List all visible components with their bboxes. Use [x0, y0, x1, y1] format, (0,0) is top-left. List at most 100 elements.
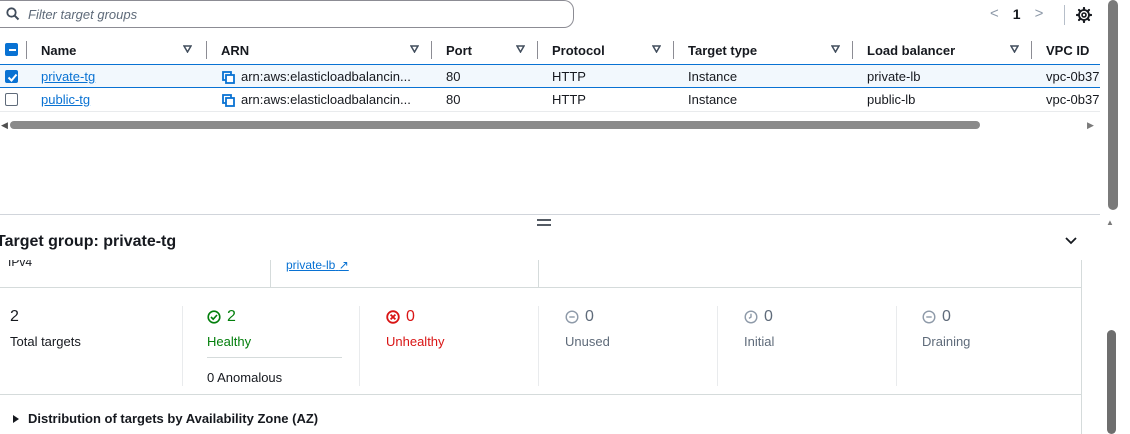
- external-link-icon: ↗: [338, 260, 349, 272]
- anomalous-divider: [207, 357, 342, 358]
- ip-address-type-value: IPv4: [8, 260, 33, 269]
- initial-count: 0: [764, 308, 773, 325]
- target-groups-table: Name ARN Port Protocol Target type Load …: [0, 38, 1100, 112]
- column-header-vpc-id[interactable]: VPC ID: [1046, 43, 1089, 58]
- column-divider: [270, 260, 271, 287]
- resize-handle-icon[interactable]: [537, 219, 551, 229]
- page-scrollbar-thumb[interactable]: [1108, 0, 1118, 210]
- az-distribution-label: Distribution of targets by Availability …: [28, 411, 319, 426]
- copy-icon[interactable]: [222, 71, 235, 84]
- vertical-scrollbar-thumb[interactable]: [1107, 330, 1116, 434]
- sort-down-icon[interactable]: [183, 45, 192, 53]
- vpc-id-value: vpc-0b37: [1046, 69, 1100, 84]
- column-header-port[interactable]: Port: [446, 43, 472, 58]
- minus-circle-icon: [922, 310, 936, 324]
- column-header-name[interactable]: Name: [41, 43, 76, 58]
- draining-count: 0: [942, 308, 951, 325]
- filter-bar: [0, 0, 574, 28]
- detail-panel-title: Target group: private-tg: [0, 233, 177, 250]
- split-panel-divider: [0, 214, 1100, 215]
- draining-label: Draining: [922, 334, 971, 349]
- column-header-target-type[interactable]: Target type: [688, 43, 757, 58]
- horizontal-scrollbar-thumb[interactable]: [10, 121, 980, 129]
- copy-icon[interactable]: [222, 94, 235, 107]
- row-checkbox[interactable]: [5, 70, 18, 83]
- stat-divider: [359, 306, 360, 386]
- section-divider: [0, 394, 1082, 395]
- unused-label: Unused: [565, 334, 610, 349]
- column-divider: [537, 41, 538, 59]
- panel-border: [1081, 260, 1082, 434]
- table-row[interactable]: private-tg arn:aws:elasticloadbalancin..…: [0, 64, 1100, 88]
- chevron-down-icon[interactable]: [1064, 236, 1078, 246]
- initial-label: Initial: [744, 334, 775, 349]
- column-divider: [538, 260, 539, 287]
- select-all-checkbox[interactable]: [5, 43, 18, 56]
- healthy-label: Healthy: [207, 334, 252, 349]
- az-distribution-toggle[interactable]: Distribution of targets by Availability …: [12, 411, 318, 426]
- draining-stat: 0 Draining: [922, 308, 970, 349]
- table-header: Name ARN Port Protocol Target type Load …: [0, 38, 1100, 64]
- protocol-value: HTTP: [552, 92, 586, 107]
- protocol-value: HTTP: [552, 69, 586, 84]
- sort-down-icon[interactable]: [831, 45, 840, 53]
- column-divider: [1031, 41, 1032, 59]
- unhealthy-count: 0: [406, 308, 415, 325]
- healthy-count: 2: [227, 308, 236, 325]
- vpc-id-value: vpc-0b37: [1046, 92, 1100, 107]
- table-row[interactable]: public-tg arn:aws:elasticloadbalancin...…: [0, 88, 1100, 112]
- load-balancer-value: public-lb: [867, 92, 916, 107]
- search-icon: [6, 7, 20, 21]
- target-group-name-link[interactable]: public-tg: [41, 92, 90, 107]
- arn-value: arn:aws:elasticloadbalancin...: [241, 69, 411, 84]
- total-targets-label: Total targets: [10, 334, 81, 349]
- target-type-value: Instance: [688, 69, 738, 84]
- sort-down-icon[interactable]: [410, 45, 419, 53]
- sort-down-icon[interactable]: [652, 45, 661, 53]
- scroll-left-arrow-icon[interactable]: ◀: [1, 120, 8, 131]
- stat-divider: [182, 306, 183, 386]
- stat-divider: [717, 306, 718, 386]
- column-header-load-balancer[interactable]: Load balancer: [867, 43, 955, 58]
- total-targets-stat: 2 Total targets: [10, 308, 81, 349]
- column-divider: [206, 41, 207, 59]
- toolbar-divider: [1064, 5, 1065, 25]
- sort-down-icon[interactable]: [516, 45, 525, 53]
- target-type-value: Instance: [688, 92, 738, 107]
- minus-circle-icon: [565, 310, 579, 324]
- scroll-right-arrow-icon[interactable]: ▶: [1087, 120, 1094, 131]
- unused-stat: 0 Unused: [565, 308, 610, 349]
- column-divider: [852, 41, 853, 59]
- target-group-name-link[interactable]: private-tg: [41, 69, 95, 84]
- check-circle-icon: [207, 310, 221, 324]
- total-targets-count: 2: [10, 308, 19, 325]
- error-circle-icon: [386, 310, 400, 324]
- arn-value: arn:aws:elasticloadbalancin...: [241, 92, 411, 107]
- stat-divider: [896, 306, 897, 386]
- scroll-up-arrow-icon[interactable]: ▲: [1106, 218, 1114, 227]
- stat-divider: [538, 306, 539, 386]
- column-header-arn[interactable]: ARN: [221, 43, 249, 58]
- unused-count: 0: [585, 308, 594, 325]
- next-page-button[interactable]: >: [1035, 5, 1044, 22]
- unhealthy-stat: 0 Unhealthy: [386, 308, 445, 349]
- port-value: 80: [446, 69, 461, 84]
- row-checkbox[interactable]: [5, 93, 18, 106]
- target-health-summary: 2 Total targets 2 Healthy 0 Unhealthy 0: [0, 300, 1081, 392]
- gear-icon[interactable]: [1076, 7, 1092, 23]
- target-groups-console: < 1 > Name ARN Port Prot: [0, 0, 1130, 434]
- column-divider: [431, 41, 432, 59]
- clock-icon: [744, 310, 758, 324]
- load-balancer-link[interactable]: private-lb ↗: [286, 260, 349, 272]
- sort-down-icon[interactable]: [1010, 45, 1019, 53]
- column-divider: [26, 41, 27, 59]
- port-value: 80: [446, 92, 461, 107]
- load-balancer-value: private-lb: [867, 69, 921, 84]
- current-page-number[interactable]: 1: [1013, 6, 1021, 22]
- initial-stat: 0 Initial: [744, 308, 774, 349]
- column-header-protocol[interactable]: Protocol: [552, 43, 605, 58]
- previous-page-button[interactable]: <: [990, 5, 999, 22]
- filter-target-groups-input[interactable]: [28, 2, 573, 26]
- column-divider: [673, 41, 674, 59]
- details-overview-row: IPv4 private-lb ↗: [0, 260, 1082, 288]
